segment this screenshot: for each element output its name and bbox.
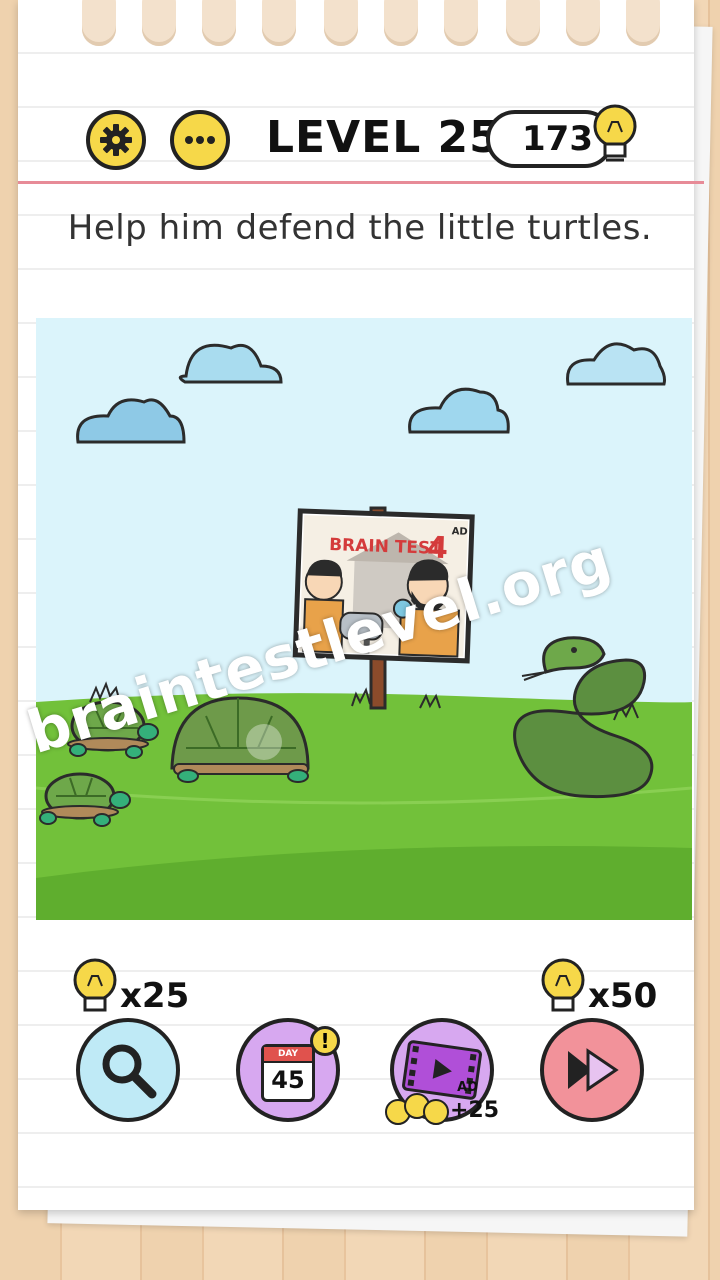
alert-badge: !: [310, 1026, 340, 1056]
billboard-number: 4: [426, 530, 448, 566]
touch-indicator: [246, 724, 282, 760]
skip-cost: x50: [588, 976, 658, 1016]
binder-hole: [384, 0, 418, 46]
billboard-ad-badge: AD: [451, 526, 467, 538]
header-divider: [18, 181, 704, 184]
binder-hole: [202, 0, 236, 46]
calendar-icon: DAY 45: [261, 1044, 315, 1102]
menu-button[interactable]: [170, 110, 230, 170]
cloud: [178, 343, 283, 384]
ad-reward: +25: [450, 1098, 500, 1123]
binder-hole: [506, 0, 540, 46]
calendar-day-number: 45: [271, 1066, 305, 1094]
calendar-day-label: DAY: [264, 1047, 312, 1063]
lightbulb-icon: [593, 104, 637, 162]
lightbulb-cluster-icon: [385, 1093, 449, 1125]
ad-badge: AD: [457, 1080, 478, 1095]
hint-search-button[interactable]: [76, 1018, 180, 1122]
search-cost: x25: [120, 976, 190, 1016]
binder-hole: [626, 0, 660, 46]
fast-forward-icon: [568, 1048, 619, 1092]
binder-hole: [82, 0, 116, 46]
daily-challenge-button[interactable]: DAY 45 !: [236, 1018, 340, 1122]
gear-icon: [100, 124, 132, 156]
binder-hole: [566, 0, 600, 46]
binder-hole: [262, 0, 296, 46]
skip-level-button[interactable]: [540, 1018, 644, 1122]
binder-hole: [324, 0, 358, 46]
cloud: [566, 342, 666, 386]
ellipsis-icon: [185, 136, 215, 144]
lightbulb-icon: [73, 958, 117, 1012]
hint-count: 173: [522, 119, 593, 159]
cloud: [408, 387, 510, 434]
billboard-title: BRAIN TEST: [329, 535, 443, 559]
level-question: Help him defend the little turtles.: [67, 208, 653, 248]
binder-hole: [444, 0, 478, 46]
magnifier-icon: [102, 1044, 157, 1099]
settings-button[interactable]: [86, 110, 146, 170]
lightbulb-icon: [541, 958, 585, 1012]
binder-hole: [142, 0, 176, 46]
cloud: [76, 398, 186, 444]
